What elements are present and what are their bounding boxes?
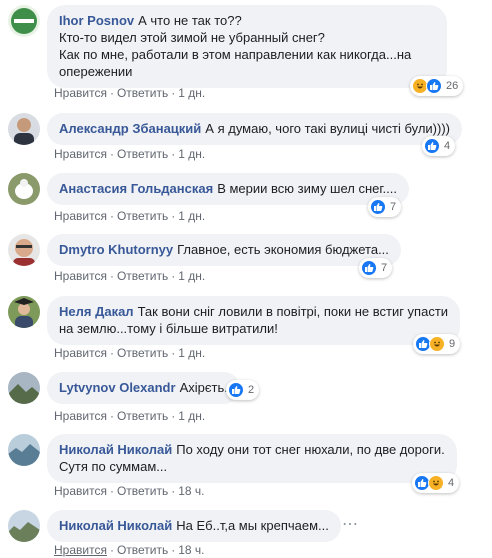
separator: · (109, 147, 114, 161)
separator: · (171, 346, 176, 360)
comment-author[interactable]: Анастасия Гольданская (59, 181, 213, 196)
separator: · (109, 86, 114, 100)
separator: · (171, 209, 176, 223)
separator: · (171, 409, 176, 423)
timestamp[interactable]: 1 дн. (178, 86, 205, 100)
avatar[interactable] (8, 296, 40, 328)
haha-reaction-icon (428, 475, 444, 491)
separator: · (109, 484, 114, 498)
timestamp[interactable]: 1 дн. (178, 409, 205, 423)
reaction-summary[interactable]: 2 (226, 380, 260, 400)
like-reaction-icon (228, 382, 244, 398)
separator: · (109, 346, 114, 360)
avatar[interactable] (8, 5, 40, 37)
comment-text: А я думаю, чого такі вулиці чисті були))… (205, 121, 450, 136)
comment-actions: Нравится · Ответить · 1 дн. (54, 146, 205, 162)
reply-button[interactable]: Ответить (117, 484, 168, 498)
comment-actions: Нравится · Ответить · 1 дн. (54, 208, 205, 224)
reaction-count: 9 (449, 338, 456, 350)
like-reaction-icon (426, 78, 442, 94)
like-button[interactable]: Нравится (54, 147, 107, 161)
comment-bubble: Dmytro Khutornyy Главное, есть экономия б… (47, 234, 401, 266)
reaction-count: 4 (444, 140, 451, 152)
comment-text: На Еб..т,а мы крепчаем... (176, 518, 329, 533)
comment-actions: Нравится · Ответить · 18 ч. (54, 542, 205, 558)
like-reaction-icon (370, 199, 386, 215)
reply-button[interactable]: Ответить (117, 209, 168, 223)
like-reaction-icon (424, 138, 440, 154)
comment-text: В мерии всю зиму шел снег.... (217, 181, 397, 196)
comment-bubble: Александр Збанацкий А я думаю, чого такі … (47, 113, 462, 145)
comment-bubble: Николай Николай На Еб..т,а мы крепчаем... (47, 510, 341, 542)
separator: · (171, 543, 176, 557)
timestamp[interactable]: 1 дн. (178, 147, 205, 161)
separator: · (171, 147, 176, 161)
comment-actions: Нравится · Ответить · 18 ч. (54, 483, 205, 499)
like-reaction-icon (361, 260, 377, 276)
comment-bubble: Неля Дакал Так вони сніг ловили в повітрі… (47, 296, 461, 345)
comment-bubble: Анастасия Гольданская В мерии всю зиму ше… (47, 173, 409, 205)
comment-actions: Нравится · Ответить · 1 дн. (54, 85, 205, 101)
comment-actions: Нравится · Ответить · 1 дн. (54, 268, 205, 284)
comment-bubble: Ihor Posnov А что не так то?? Кто-то виде… (47, 5, 447, 88)
reaction-count: 7 (390, 201, 397, 213)
comment-author[interactable]: Николай Николай (59, 518, 172, 533)
more-options-icon[interactable]: ⋯ (342, 514, 359, 534)
reaction-summary[interactable]: 4 (422, 136, 456, 156)
separator: · (171, 484, 176, 498)
like-button[interactable]: Нравится (54, 209, 107, 223)
timestamp[interactable]: 18 ч. (178, 543, 204, 557)
reply-button[interactable]: Ответить (117, 409, 168, 423)
reaction-summary[interactable]: 9 (413, 334, 461, 354)
reaction-count: 4 (448, 477, 455, 489)
haha-reaction-icon (429, 336, 445, 352)
like-button[interactable]: Нравится (54, 543, 107, 557)
reaction-count: 7 (381, 262, 388, 274)
reaction-count: 2 (248, 384, 255, 396)
reaction-summary[interactable]: 4 (412, 473, 460, 493)
separator: · (109, 209, 114, 223)
like-button[interactable]: Нравится (54, 409, 107, 423)
like-button[interactable]: Нравится (54, 484, 107, 498)
avatar[interactable] (8, 113, 40, 145)
comment-author[interactable]: Неля Дакал (59, 304, 134, 319)
timestamp[interactable]: 1 дн. (178, 346, 205, 360)
separator: · (109, 409, 114, 423)
reaction-summary[interactable]: 26 (410, 76, 464, 96)
like-button[interactable]: Нравится (54, 346, 107, 360)
timestamp[interactable]: 18 ч. (178, 484, 204, 498)
comment-author[interactable]: Александр Збанацкий (59, 121, 201, 136)
comment-bubble: Николай Николай По ходу они тот снег нюха… (47, 434, 457, 483)
comment-author[interactable]: Dmytro Khutornyy (59, 242, 173, 257)
comment-actions: Нравится · Ответить · 1 дн. (54, 408, 205, 424)
comment-author[interactable]: Lytvynov Olexandr (59, 380, 176, 395)
avatar[interactable] (8, 173, 40, 205)
comment-author[interactable]: Ihor Posnov (59, 13, 134, 28)
reply-button[interactable]: Ответить (117, 269, 168, 283)
timestamp[interactable]: 1 дн. (178, 269, 205, 283)
avatar[interactable] (8, 510, 40, 542)
comment-author[interactable]: Николай Николай (59, 442, 172, 457)
avatar[interactable] (8, 234, 40, 266)
reply-button[interactable]: Ответить (117, 346, 168, 360)
comment-text: Главное, есть экономия бюджета... (177, 242, 389, 257)
reply-button[interactable]: Ответить (117, 86, 168, 100)
comment-bubble: Lytvynov Olexandr Ахірєть. (47, 372, 240, 404)
reaction-summary[interactable]: 7 (368, 197, 402, 217)
reply-button[interactable]: Ответить (117, 543, 168, 557)
like-button[interactable]: Нравится (54, 86, 107, 100)
like-button[interactable]: Нравится (54, 269, 107, 283)
separator: · (171, 86, 176, 100)
avatar[interactable] (8, 372, 40, 404)
comment-actions: Нравится · Ответить · 1 дн. (54, 345, 205, 361)
separator: · (109, 543, 114, 557)
reaction-count: 26 (446, 80, 459, 92)
timestamp[interactable]: 1 дн. (178, 209, 205, 223)
reply-button[interactable]: Ответить (117, 147, 168, 161)
separator: · (109, 269, 114, 283)
avatar[interactable] (8, 434, 40, 466)
comment-text: Ахірєть. (179, 380, 228, 395)
reaction-summary[interactable]: 7 (359, 258, 393, 278)
separator: · (171, 269, 176, 283)
